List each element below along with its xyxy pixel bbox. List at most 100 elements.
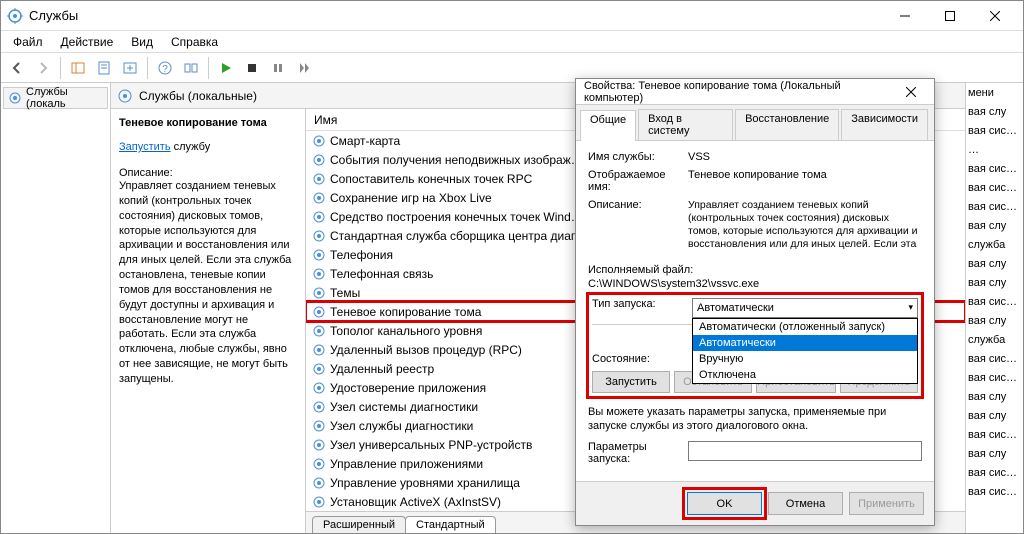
service-name: Сопоставитель конечных точек RPC	[330, 172, 532, 186]
fragment-row: служба	[968, 239, 1021, 258]
gear-icon	[312, 438, 326, 452]
service-name: События получения неподвижных изображ…	[330, 153, 583, 167]
fragment-row: вая сис…	[968, 372, 1021, 391]
stop-service-button[interactable]	[240, 56, 264, 80]
dialog-title: Свойства: Теневое копирование тома (Лока…	[584, 80, 896, 104]
value-description: Управляет созданием теневых копий (контр…	[688, 199, 922, 252]
service-name: Удаленный реестр	[330, 362, 434, 376]
service-name: Управление приложениями	[330, 457, 483, 471]
tab-logon[interactable]: Вход в систему	[638, 109, 733, 140]
service-name: Сохранение игр на Xbox Live	[330, 191, 492, 205]
fragment-row: вая сис…	[968, 467, 1021, 486]
gear-icon	[312, 134, 326, 148]
fragment-row: вая слу	[968, 391, 1021, 410]
tab-extended[interactable]: Расширенный	[312, 516, 406, 533]
dropdown-option[interactable]: Отключена	[693, 367, 917, 383]
tab-recovery[interactable]: Восстановление	[735, 109, 839, 140]
service-name: Удаленный вызов процедур (RPC)	[330, 343, 522, 357]
view-split-button[interactable]	[66, 56, 90, 80]
gear-icon	[312, 305, 326, 319]
startup-type-combo[interactable]: Автоматически ▾	[692, 298, 918, 318]
gear-icon	[312, 476, 326, 490]
service-name: Удостоверение приложения	[330, 381, 486, 395]
menu-action[interactable]: Действие	[53, 33, 122, 51]
dropdown-option[interactable]: Вручную	[693, 351, 917, 367]
menu-help[interactable]: Справка	[163, 33, 226, 51]
refresh-dual-button[interactable]	[179, 56, 203, 80]
menu-file[interactable]: Файл	[5, 33, 51, 51]
tab-dependencies[interactable]: Зависимости	[841, 109, 928, 140]
ok-button[interactable]: OK	[687, 492, 762, 515]
fragment-row: вая слу	[968, 258, 1021, 277]
dialog-close-button[interactable]	[896, 79, 926, 105]
dropdown-option[interactable]: Автоматически (отложенный запуск)	[693, 319, 917, 335]
tab-standard[interactable]: Стандартный	[405, 516, 496, 533]
description-label: Описание:	[119, 167, 297, 179]
start-button[interactable]: Запустить	[592, 371, 670, 393]
restart-service-button[interactable]	[292, 56, 316, 80]
fragment-row: вая слу	[968, 315, 1021, 334]
properties-button[interactable]	[92, 56, 116, 80]
menubar: Файл Действие Вид Справка	[1, 31, 1023, 53]
start-link[interactable]: Запустить	[119, 141, 171, 153]
label-state: Состояние:	[592, 353, 692, 365]
cancel-button[interactable]: Отмена	[768, 492, 843, 515]
fragment-row: вая сис…	[968, 201, 1021, 220]
fragment-row: вая слу	[968, 220, 1021, 239]
fragment-row: вая сис…	[968, 353, 1021, 372]
tab-general[interactable]: Общие	[580, 110, 636, 141]
properties-dialog: Свойства: Теневое копирование тома (Лока…	[575, 78, 935, 526]
service-name: Телефонная связь	[330, 267, 433, 281]
start-service-button[interactable]	[214, 56, 238, 80]
pause-service-button[interactable]	[266, 56, 290, 80]
fragment-row: мени	[968, 87, 1021, 106]
minimize-button[interactable]	[882, 1, 927, 31]
service-name: Узел системы диагностики	[330, 400, 478, 414]
titlebar: Службы	[1, 1, 1023, 31]
fragment-row: вая сис…	[968, 125, 1021, 144]
service-name: Стандартная служба сборщика центра диаг…	[330, 229, 587, 243]
service-name: Теневое копирование тома	[330, 305, 481, 319]
fragment-row: вая слу	[968, 106, 1021, 125]
gear-icon	[117, 88, 133, 104]
value-service-name: VSS	[688, 151, 922, 163]
startup-type-dropdown[interactable]: Автоматически (отложенный запуск)Автомат…	[692, 318, 918, 384]
start-params-input[interactable]	[688, 441, 922, 461]
gear-icon	[312, 419, 326, 433]
help-button[interactable]: ?	[153, 56, 177, 80]
export-button[interactable]	[118, 56, 142, 80]
params-hint: Вы можете указать параметры запуска, при…	[588, 405, 922, 434]
maximize-button[interactable]	[927, 1, 972, 31]
fragment-row: …	[968, 144, 1021, 163]
dialog-titlebar[interactable]: Свойства: Теневое копирование тома (Лока…	[576, 79, 934, 105]
fragment-row: вая сис…	[968, 429, 1021, 448]
service-name: Смарт-карта	[330, 134, 400, 148]
service-name: Тополог канального уровня	[330, 324, 482, 338]
close-button[interactable]	[972, 1, 1017, 31]
right-column-fragment: менивая слувая сис……вая сис…вая сис…вая …	[965, 83, 1023, 533]
back-button[interactable]	[5, 56, 29, 80]
svg-text:?: ?	[162, 64, 168, 75]
service-name: Установщик ActiveX (AxInstSV)	[330, 495, 501, 509]
dropdown-option[interactable]: Автоматически	[693, 335, 917, 351]
fragment-row: вая слу	[968, 448, 1021, 467]
chevron-down-icon: ▾	[908, 302, 913, 313]
label-display-name: Отображаемое имя:	[588, 169, 688, 193]
tree-node-services[interactable]: Службы (локаль	[3, 87, 108, 109]
gear-icon	[312, 381, 326, 395]
menu-view[interactable]: Вид	[123, 33, 161, 51]
description-text: Управляет созданием теневых копий (контр…	[119, 179, 297, 387]
fragment-row: вая сис…	[968, 296, 1021, 315]
gear-icon	[8, 91, 22, 105]
service-name: Узел службы диагностики	[330, 419, 473, 433]
gear-icon	[312, 457, 326, 471]
label-service-name: Имя службы:	[588, 151, 688, 163]
gear-icon	[312, 324, 326, 338]
label-startup-type: Тип запуска:	[592, 298, 692, 310]
start-link-suffix: службу	[174, 141, 211, 153]
fragment-row: вая слу	[968, 277, 1021, 296]
gear-icon	[312, 343, 326, 357]
label-description: Описание:	[588, 199, 688, 211]
service-name: Темы	[330, 286, 360, 300]
forward-button[interactable]	[31, 56, 55, 80]
